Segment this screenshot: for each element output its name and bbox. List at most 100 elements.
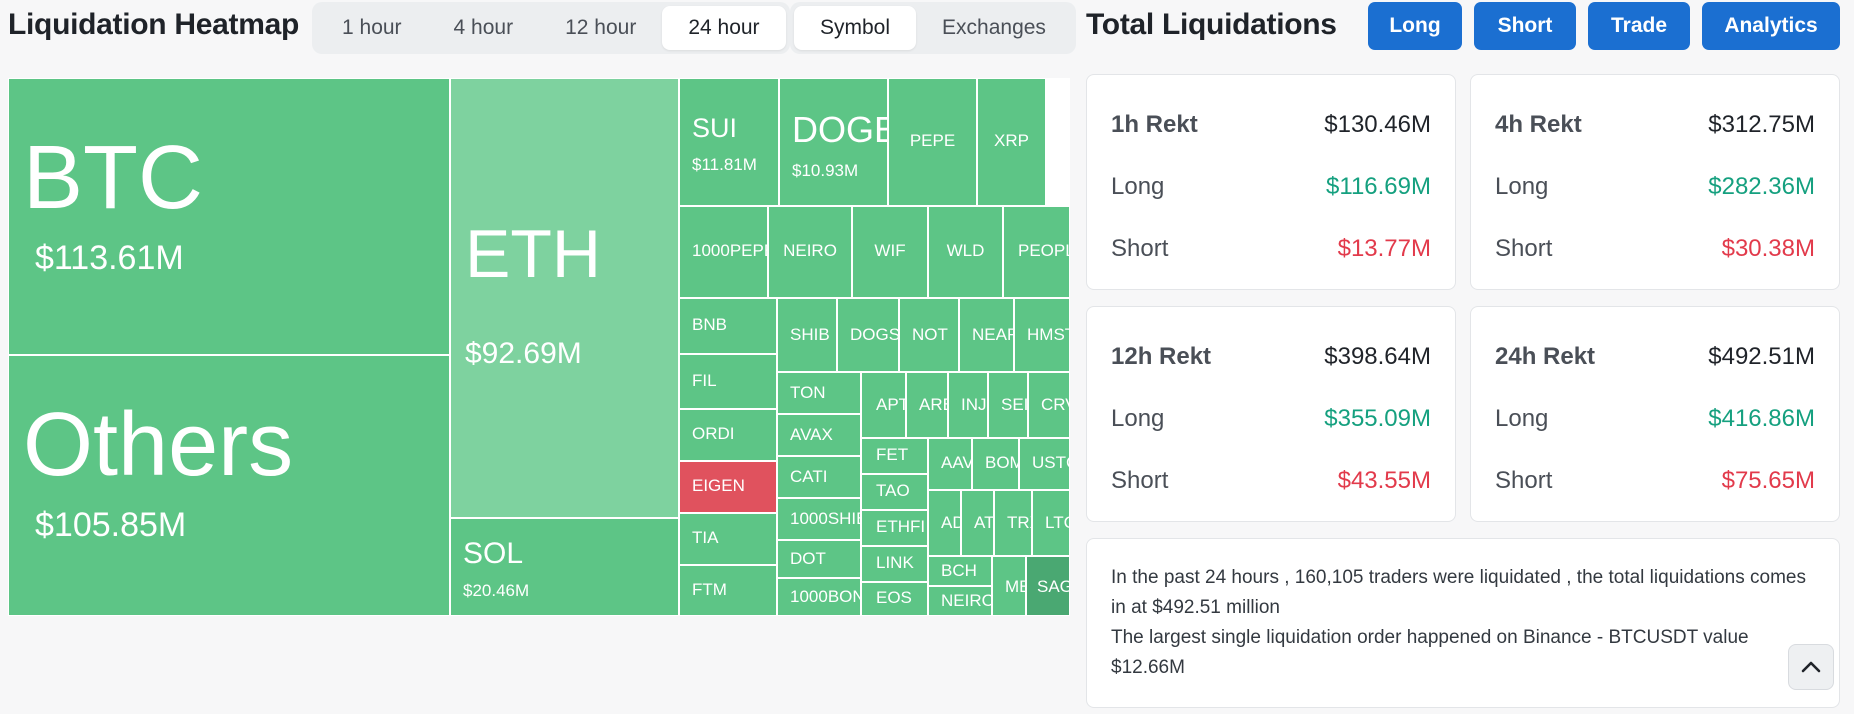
- treemap-symbol: LINK: [876, 553, 914, 572]
- treemap-symbol: AVAX: [790, 425, 833, 444]
- treemap-cell-crv[interactable]: CRV: [1028, 372, 1070, 438]
- treemap-cell-trx[interactable]: TRX: [994, 490, 1032, 556]
- treemap-cell-ada[interactable]: ADA: [928, 490, 961, 556]
- treemap-cell-ethfi[interactable]: ETHFI: [861, 510, 928, 546]
- trade-button[interactable]: Trade: [1588, 2, 1690, 50]
- treemap-symbol: WIF: [874, 241, 906, 260]
- treemap-cell-ton[interactable]: TON: [777, 372, 861, 414]
- treemap-cell-eos[interactable]: EOS: [861, 582, 928, 616]
- treemap-cell-fet[interactable]: FET: [861, 438, 928, 474]
- long-label: Long: [1495, 173, 1549, 200]
- long-value: $355.09M: [1324, 405, 1431, 432]
- treemap-cell-inj[interactable]: INJ: [948, 372, 988, 438]
- treemap-cell-xrp[interactable]: XRP: [977, 78, 1046, 206]
- treemap-symbol: SUI: [692, 113, 738, 143]
- treemap-cell-1000pepe[interactable]: 1000PEPE: [679, 206, 768, 298]
- treemap-cell-dogs[interactable]: DOGS: [837, 298, 899, 372]
- treemap-cell-btc[interactable]: BTC $113.61M: [8, 78, 450, 355]
- treemap-symbol: CATI: [790, 467, 828, 486]
- treemap-value: $105.85M: [35, 506, 187, 544]
- tab-exchanges[interactable]: Exchanges: [916, 6, 1072, 50]
- long-label: Long: [1495, 405, 1549, 432]
- treemap-cell-eigen[interactable]: EIGEN: [679, 461, 777, 513]
- tab-symbol[interactable]: Symbol: [794, 6, 917, 50]
- treemap-symbol: ADA: [941, 513, 960, 532]
- treemap-cell-ustc[interactable]: USTC: [1019, 438, 1070, 490]
- treemap-cell-cati[interactable]: CATI: [777, 456, 861, 498]
- treemap-cell-fil[interactable]: FIL: [679, 354, 777, 409]
- treemap-cell-ftm[interactable]: FTM: [679, 565, 777, 616]
- treemap-cell-bch[interactable]: BCH: [928, 556, 992, 586]
- treemap-cell-saga[interactable]: SAGA: [1026, 556, 1070, 616]
- rekt-total: $312.75M: [1708, 111, 1815, 138]
- treemap-symbol: FIL: [692, 371, 717, 390]
- tab-1-hour[interactable]: 1 hour: [316, 6, 428, 50]
- treemap-cell-neiro[interactable]: NEIRO: [768, 206, 852, 298]
- treemap-cell-tao[interactable]: TAO: [861, 474, 928, 510]
- treemap-cell-near[interactable]: NEAR: [959, 298, 1014, 372]
- treemap-cell-not[interactable]: NOT: [899, 298, 959, 372]
- treemap-cell-shib[interactable]: SHIB: [777, 298, 837, 372]
- treemap-cell-ltc[interactable]: LTC: [1032, 490, 1070, 556]
- treemap-cell-people[interactable]: PEOPLE: [1003, 206, 1070, 298]
- treemap-cell-avax[interactable]: AVAX: [777, 414, 861, 456]
- long-button[interactable]: Long: [1368, 2, 1462, 50]
- treemap-cell-tia[interactable]: TIA: [679, 513, 777, 565]
- treemap-cell-wif[interactable]: WIF: [852, 206, 928, 298]
- treemap-cell-neiroeth[interactable]: NEIROETH: [928, 586, 992, 616]
- treemap-value: $10.93M: [792, 161, 859, 180]
- treemap-cell-arb[interactable]: ARB: [906, 372, 948, 438]
- chevron-up-icon: [1801, 661, 1821, 673]
- treemap-cell-sui[interactable]: SUI $11.81M: [679, 78, 779, 206]
- short-button[interactable]: Short: [1474, 2, 1576, 50]
- treemap-cell-sol[interactable]: SOL $20.46M: [450, 518, 679, 616]
- treemap-symbol: BCH: [941, 561, 977, 580]
- treemap-cell-others[interactable]: Others $105.85M: [8, 355, 450, 616]
- rekt-title: 4h Rekt: [1495, 111, 1582, 138]
- treemap-cell-wld[interactable]: WLD: [928, 206, 1003, 298]
- treemap-cell-apt[interactable]: APT: [861, 372, 906, 438]
- treemap-symbol: EOS: [876, 588, 912, 607]
- treemap-cell-pepe[interactable]: PEPE: [888, 78, 977, 206]
- treemap-symbol: ETH: [465, 216, 601, 292]
- tab-12-hour[interactable]: 12 hour: [539, 6, 662, 50]
- liquidation-treemap: BTC $113.61M Others $105.85M ETH $92.69M SOL $2…: [8, 78, 1070, 616]
- treemap-cell-eth[interactable]: ETH $92.69M: [450, 78, 679, 518]
- rekt-card-24h: 24h Rekt $492.51M Long $416.86M Short $75.6…: [1470, 306, 1840, 522]
- long-label: Long: [1111, 405, 1165, 432]
- treemap-cell-doge[interactable]: DOGE $10.93M: [779, 78, 888, 206]
- treemap-cell-meme[interactable]: MEME: [992, 556, 1026, 616]
- treemap-symbol: NEIROETH: [941, 591, 991, 610]
- treemap-cell-aave[interactable]: AAVE: [928, 438, 972, 490]
- treemap-cell-1000shib[interactable]: 1000SHIB: [777, 498, 861, 540]
- tab-4-hour[interactable]: 4 hour: [428, 6, 540, 50]
- treemap-cell-bome[interactable]: BOME: [972, 438, 1019, 490]
- treemap-symbol: Others: [23, 395, 294, 495]
- rekt-title: 12h Rekt: [1111, 343, 1212, 370]
- scroll-top-button[interactable]: [1788, 644, 1834, 690]
- treemap-symbol: USTC: [1032, 453, 1069, 472]
- rekt-total: $492.51M: [1708, 343, 1815, 370]
- treemap-cell-hmstr[interactable]: HMSTR: [1014, 298, 1070, 372]
- rekt-card-1h: 1h Rekt $130.46M Long $116.69M Short $13.77…: [1086, 74, 1456, 290]
- treemap-cell-bnb[interactable]: BNB: [679, 298, 777, 354]
- treemap-symbol: ATOM: [974, 513, 994, 532]
- treemap-cell-1000bonk[interactable]: 1000BONK: [777, 578, 861, 616]
- treemap-symbol: HMSTR: [1027, 325, 1069, 344]
- tab-24-hour[interactable]: 24 hour: [662, 6, 786, 50]
- treemap-cell-dot[interactable]: DOT: [777, 540, 861, 578]
- treemap-cell-sei[interactable]: SEI: [988, 372, 1028, 438]
- treemap-symbol: DOT: [790, 549, 826, 568]
- treemap-symbol: EIGEN: [692, 476, 745, 495]
- rekt-title: 24h Rekt: [1495, 343, 1596, 370]
- treemap-symbol: SEI: [1001, 395, 1028, 414]
- treemap-cell-atom[interactable]: ATOM: [961, 490, 994, 556]
- treemap-cell-ordi[interactable]: ORDI: [679, 409, 777, 461]
- treemap-cell-link[interactable]: LINK: [861, 546, 928, 582]
- treemap-symbol: SHIB: [790, 325, 830, 344]
- treemap-symbol: SOL: [463, 537, 524, 570]
- analytics-button[interactable]: Analytics: [1702, 2, 1840, 50]
- treemap-symbol: TIA: [692, 528, 719, 547]
- treemap-value: $20.46M: [463, 581, 530, 600]
- treemap-symbol: PEPE: [909, 131, 956, 150]
